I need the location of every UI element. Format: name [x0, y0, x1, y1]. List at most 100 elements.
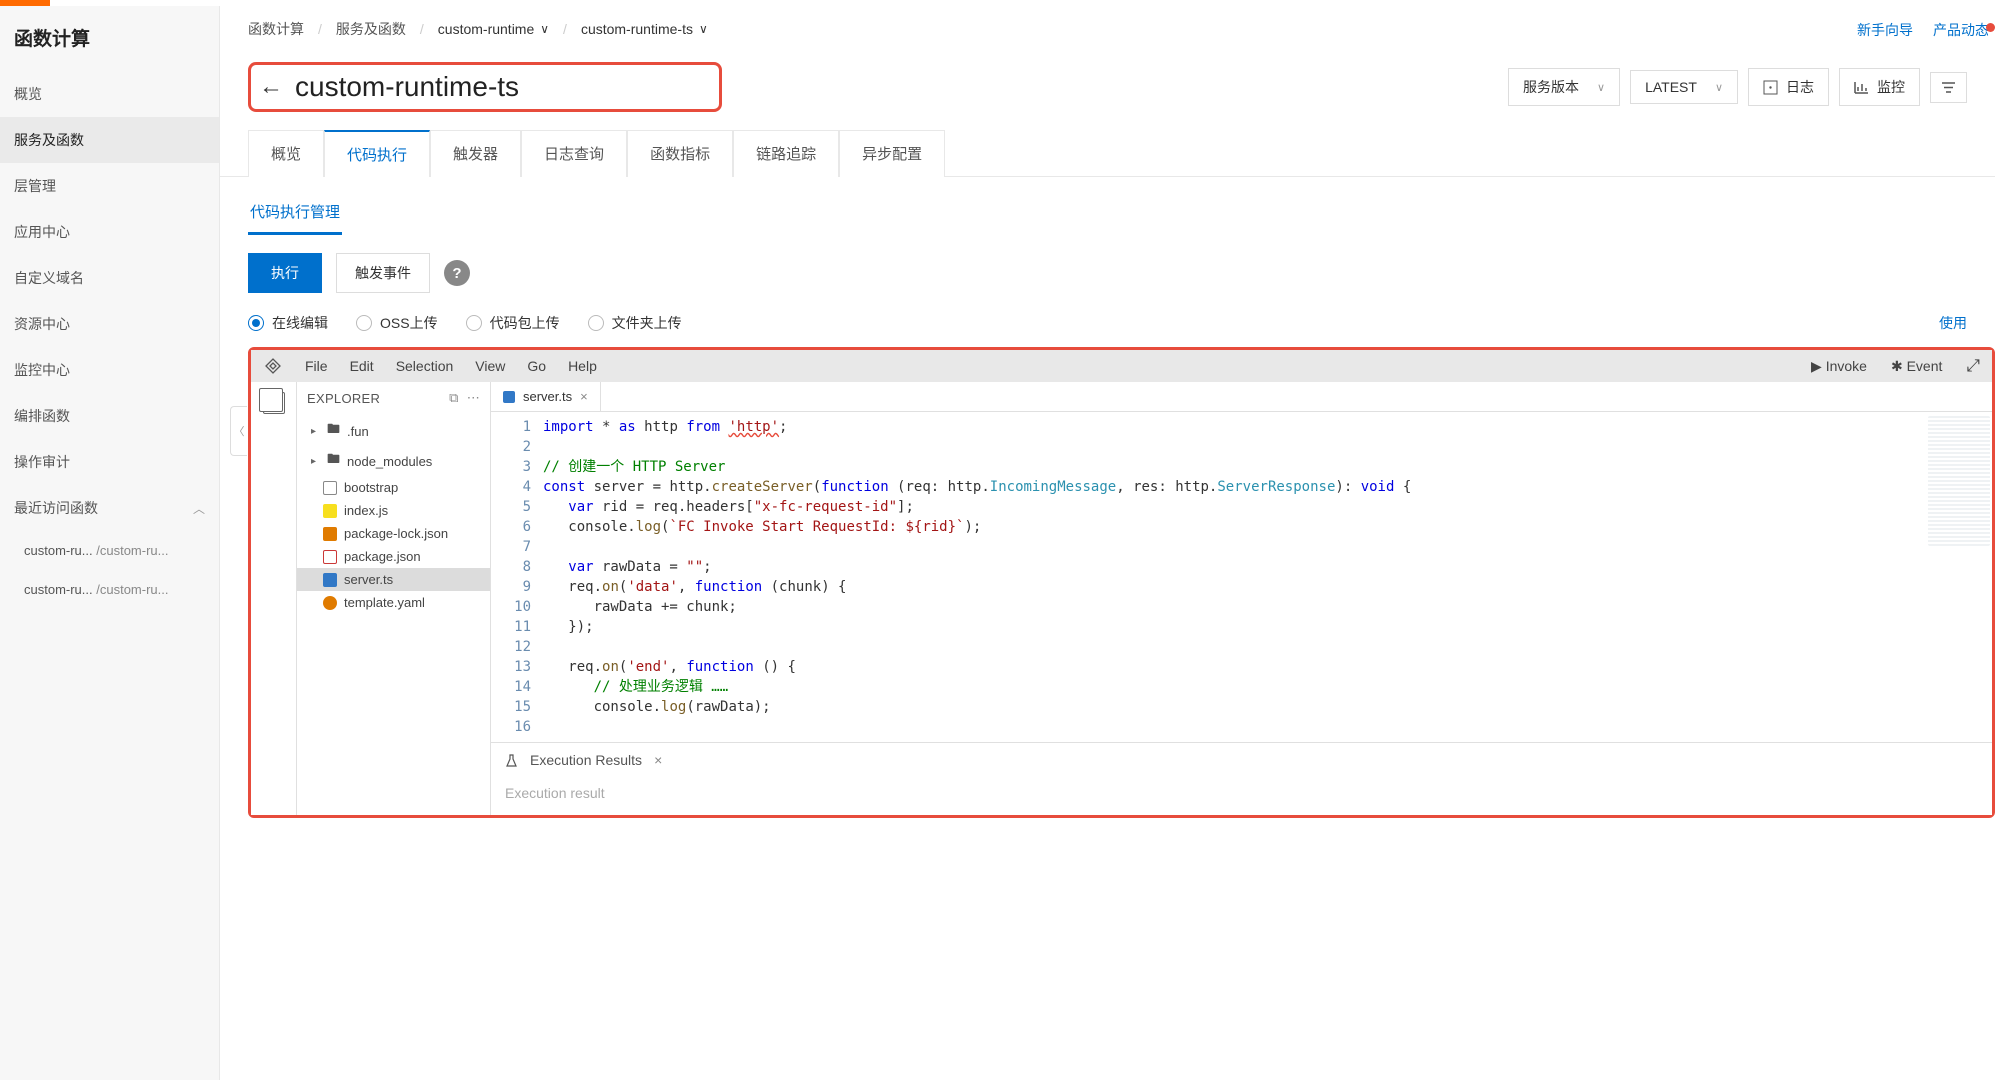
tree-file[interactable]: template.yaml [297, 591, 490, 614]
breadcrumb-item[interactable]: 服务及函数 [336, 19, 406, 39]
menu-file[interactable]: File [305, 358, 328, 374]
menu-go[interactable]: Go [527, 358, 546, 374]
close-icon[interactable]: × [654, 752, 662, 768]
header-actions: 服务版本∨ LATEST∨ 日志 监控 [1508, 68, 1967, 106]
link-product-updates[interactable]: 产品动态 [1933, 20, 1989, 40]
tab-overview[interactable]: 概览 [248, 130, 324, 177]
invoke-button[interactable]: ▶ Invoke [1811, 358, 1867, 375]
execution-results-bar[interactable]: Execution Results × [491, 742, 1992, 777]
version-latest-select[interactable]: LATEST∨ [1630, 70, 1738, 104]
menu-selection[interactable]: Selection [396, 358, 454, 374]
chevron-down-icon: ∨ [1715, 81, 1723, 94]
minimap[interactable] [1928, 416, 1990, 546]
sidebar-item-app-center[interactable]: 应用中心 [0, 209, 219, 255]
top-links: 新手向导 产品动态 [1857, 20, 1995, 40]
tree-file[interactable]: index.js [297, 499, 490, 522]
header-row: ← custom-runtime-ts 服务版本∨ LATEST∨ 日志 监控 [220, 52, 1995, 130]
tab-triggers[interactable]: 触发器 [430, 130, 521, 177]
sidebar-recent-header[interactable]: 最近访问函数 ︿ [0, 485, 219, 531]
sidebar-recent-label: 最近访问函数 [14, 498, 98, 518]
breadcrumb-item[interactable]: 函数计算 [248, 19, 304, 39]
trigger-event-button[interactable]: 触发事件 [336, 253, 430, 293]
breadcrumb-function-dropdown[interactable]: custom-runtime-ts∨ [581, 21, 708, 37]
radio-oss-upload[interactable]: OSS上传 [356, 313, 438, 333]
usage-link[interactable]: 使用 [1939, 313, 1967, 333]
explorer-header: EXPLORER ⧉ ⋯ [297, 382, 490, 414]
activity-bar [251, 382, 297, 815]
sidebar-item-orchestration[interactable]: 编排函数 [0, 393, 219, 439]
sidebar-recent-item[interactable]: custom-ru... /custom-ru... [0, 570, 219, 609]
menu-view[interactable]: View [475, 358, 505, 374]
file-tree: ▸🖿.fun ▸🖿node_modules bootstrap index.js… [297, 414, 490, 616]
sidebar-recent-item[interactable]: custom-ru... /custom-ru... [0, 531, 219, 570]
tab-tracing[interactable]: 链路追踪 [733, 130, 839, 177]
sidebar-item-resources[interactable]: 资源中心 [0, 301, 219, 347]
expand-icon[interactable]: ⤢ [1966, 356, 1980, 376]
explorer-panel: EXPLORER ⧉ ⋯ ▸🖿.fun ▸🖿node_modules boots… [297, 382, 491, 815]
chevron-down-icon: ∨ [699, 22, 708, 36]
sidebar-item-overview[interactable]: 概览 [0, 71, 219, 117]
sidebar-item-monitoring[interactable]: 监控中心 [0, 347, 219, 393]
code-content[interactable]: import * as http from 'http'; // 创建一个 HT… [543, 412, 1992, 742]
page-title: custom-runtime-ts [295, 71, 519, 103]
subtab-code-mgmt[interactable]: 代码执行管理 [248, 191, 342, 235]
subtabs: 代码执行管理 [220, 177, 1995, 235]
code-scroll[interactable]: 12345678910111213141516 import * as http… [491, 412, 1992, 742]
title-highlight-box: ← custom-runtime-ts [248, 62, 722, 112]
radio-online-edit[interactable]: 在线编辑 [248, 313, 328, 333]
sidebar-item-audit[interactable]: 操作审计 [0, 439, 219, 485]
tree-folder[interactable]: ▸🖿.fun [297, 416, 490, 446]
radio-folder-upload[interactable]: 文件夹上传 [588, 313, 682, 333]
sidebar-item-domains[interactable]: 自定义域名 [0, 255, 219, 301]
sidebar-item-layers[interactable]: 层管理 [0, 163, 219, 209]
back-arrow-icon[interactable]: ← [259, 73, 283, 101]
execution-result-content: Execution result [491, 777, 1992, 815]
breadcrumb: 函数计算/ 服务及函数/ custom-runtime∨/ custom-run… [220, 6, 1995, 52]
radio-package-upload[interactable]: 代码包上传 [466, 313, 560, 333]
tree-file[interactable]: package.json [297, 545, 490, 568]
close-tab-icon[interactable]: × [580, 389, 588, 404]
menu-help[interactable]: Help [568, 358, 597, 374]
tab-metrics[interactable]: 函数指标 [627, 130, 733, 177]
file-icon [323, 481, 337, 495]
upload-radio-group: 在线编辑 OSS上传 代码包上传 文件夹上传 使用 [220, 313, 1995, 347]
collapse-handle[interactable]: 〈 [230, 406, 247, 456]
help-icon[interactable]: ? [444, 260, 470, 286]
breadcrumb-service-dropdown[interactable]: custom-runtime∨ [438, 21, 549, 37]
tab-code-exec[interactable]: 代码执行 [324, 130, 430, 177]
new-window-icon[interactable]: ⧉ [449, 390, 459, 406]
radio-icon [356, 315, 372, 331]
tree-folder[interactable]: ▸🖿node_modules [297, 446, 490, 476]
tree-file[interactable]: package-lock.json [297, 522, 490, 545]
run-button[interactable]: 执行 [248, 253, 322, 293]
action-row: 执行 触发事件 ? [220, 235, 1995, 313]
tab-logs[interactable]: 日志查询 [521, 130, 627, 177]
event-button[interactable]: ✱ Event [1891, 358, 1942, 375]
log-button[interactable]: 日志 [1748, 68, 1829, 106]
chevron-right-icon: ▸ [311, 456, 320, 467]
ts-icon [323, 573, 337, 587]
code-area: server.ts × 12345678910111213141516 impo… [491, 382, 1992, 815]
sidebar-item-services[interactable]: 服务及函数 [0, 117, 219, 163]
editor-tab[interactable]: server.ts × [491, 382, 601, 411]
folder-icon: 🖿 [327, 450, 340, 472]
tabs: 概览 代码执行 触发器 日志查询 函数指标 链路追踪 异步配置 [220, 130, 1995, 177]
chevron-up-icon: ︿ [193, 500, 205, 517]
lock-icon [323, 527, 337, 541]
more-icon[interactable]: ⋯ [467, 390, 480, 406]
tree-file[interactable]: bootstrap [297, 476, 490, 499]
chevron-down-icon: ∨ [1597, 81, 1605, 94]
more-button[interactable] [1930, 72, 1967, 103]
menu-edit[interactable]: Edit [350, 358, 374, 374]
explorer-icon[interactable] [263, 392, 285, 414]
filter-icon [1941, 81, 1956, 94]
js-icon [323, 504, 337, 518]
radio-icon [466, 315, 482, 331]
service-version-select[interactable]: 服务版本∨ [1508, 68, 1620, 106]
tree-file-active[interactable]: server.ts [297, 568, 490, 591]
monitor-button[interactable]: 监控 [1839, 68, 1920, 106]
tab-async[interactable]: 异步配置 [839, 130, 945, 177]
chevron-right-icon: ▸ [311, 426, 320, 437]
link-newbie-guide[interactable]: 新手向导 [1857, 20, 1913, 40]
chevron-down-icon: ∨ [540, 22, 549, 36]
